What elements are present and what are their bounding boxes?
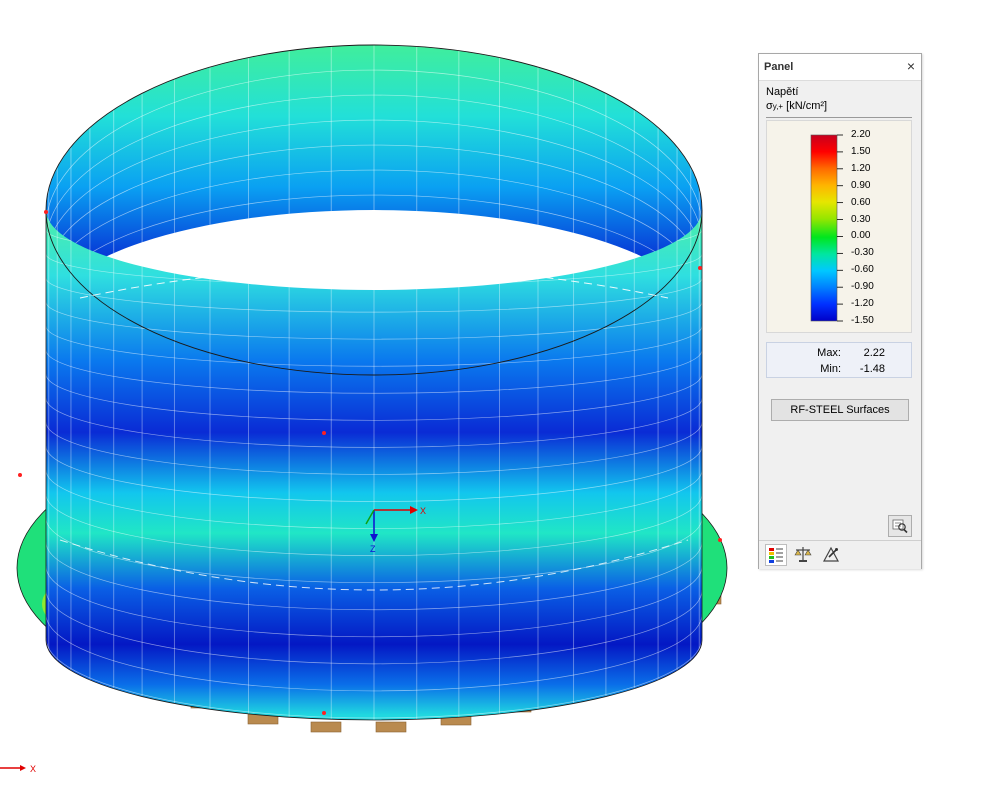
zoom-legend-button[interactable] (888, 515, 912, 537)
tab-factor[interactable] (821, 544, 843, 566)
balance-icon (794, 547, 812, 562)
min-max-box: Max: 2.22 Min: -1.48 (766, 342, 912, 378)
panel-tab-bar (759, 540, 921, 569)
legend-ticks (837, 134, 843, 322)
legend-value: -1.50 (851, 315, 874, 326)
legend-value: 0.90 (851, 179, 871, 191)
tab-color-scale[interactable] (765, 544, 787, 566)
global-axis-indicator: X (0, 764, 36, 774)
results-panel: Panel × Napětí σy,+ [kN/cm²] 2.20 1.50 1.2… (758, 53, 922, 569)
divider (766, 117, 912, 118)
axis-x-label: X (420, 506, 426, 516)
legend-value: 2.20 (851, 129, 871, 140)
legend-color-bar (810, 134, 838, 322)
max-label: Max: (817, 347, 841, 359)
color-scale-icon (769, 548, 783, 563)
min-label: Min: (820, 363, 841, 375)
quantity-unit: [kN/cm²] (783, 100, 828, 112)
support-block (375, 721, 407, 733)
panel-titlebar: Panel × (759, 54, 921, 81)
min-value: -1.48 (859, 363, 885, 375)
legend-value: 0.30 (851, 213, 871, 225)
legend-value: -1.20 (851, 298, 874, 310)
max-value: 2.22 (863, 347, 885, 359)
quantity-subscript: y,+ (772, 102, 784, 111)
legend-value: 1.50 (851, 145, 871, 157)
legend-value: 1.20 (851, 162, 871, 174)
panel-title: Panel (764, 61, 794, 73)
result-type-label: Napětí (766, 86, 799, 98)
factor-icon (822, 546, 840, 562)
legend-value: -0.60 (851, 264, 874, 276)
axis-z-label: Z (370, 544, 376, 554)
rf-steel-surfaces-button[interactable]: RF-STEEL Surfaces (771, 399, 909, 421)
color-legend[interactable]: 2.20 1.50 1.20 0.90 0.60 0.30 0.00 -0.30 -0.60 -0… (766, 120, 912, 333)
quantity-symbol: σ (766, 100, 773, 112)
global-axis-x-label: X (30, 764, 36, 774)
support-block (310, 721, 342, 733)
close-icon[interactable]: × (903, 57, 919, 75)
legend-value: -0.30 (851, 247, 874, 259)
legend-value: -0.90 (851, 281, 874, 293)
tab-balance[interactable] (793, 544, 815, 566)
legend-value: 0.60 (851, 196, 871, 208)
result-quantity-label: σy,+ [kN/cm²] (766, 100, 827, 112)
magnifier-icon (892, 519, 908, 534)
legend-value: 0.00 (851, 230, 871, 242)
cylinder-outer-wall (46, 210, 702, 720)
